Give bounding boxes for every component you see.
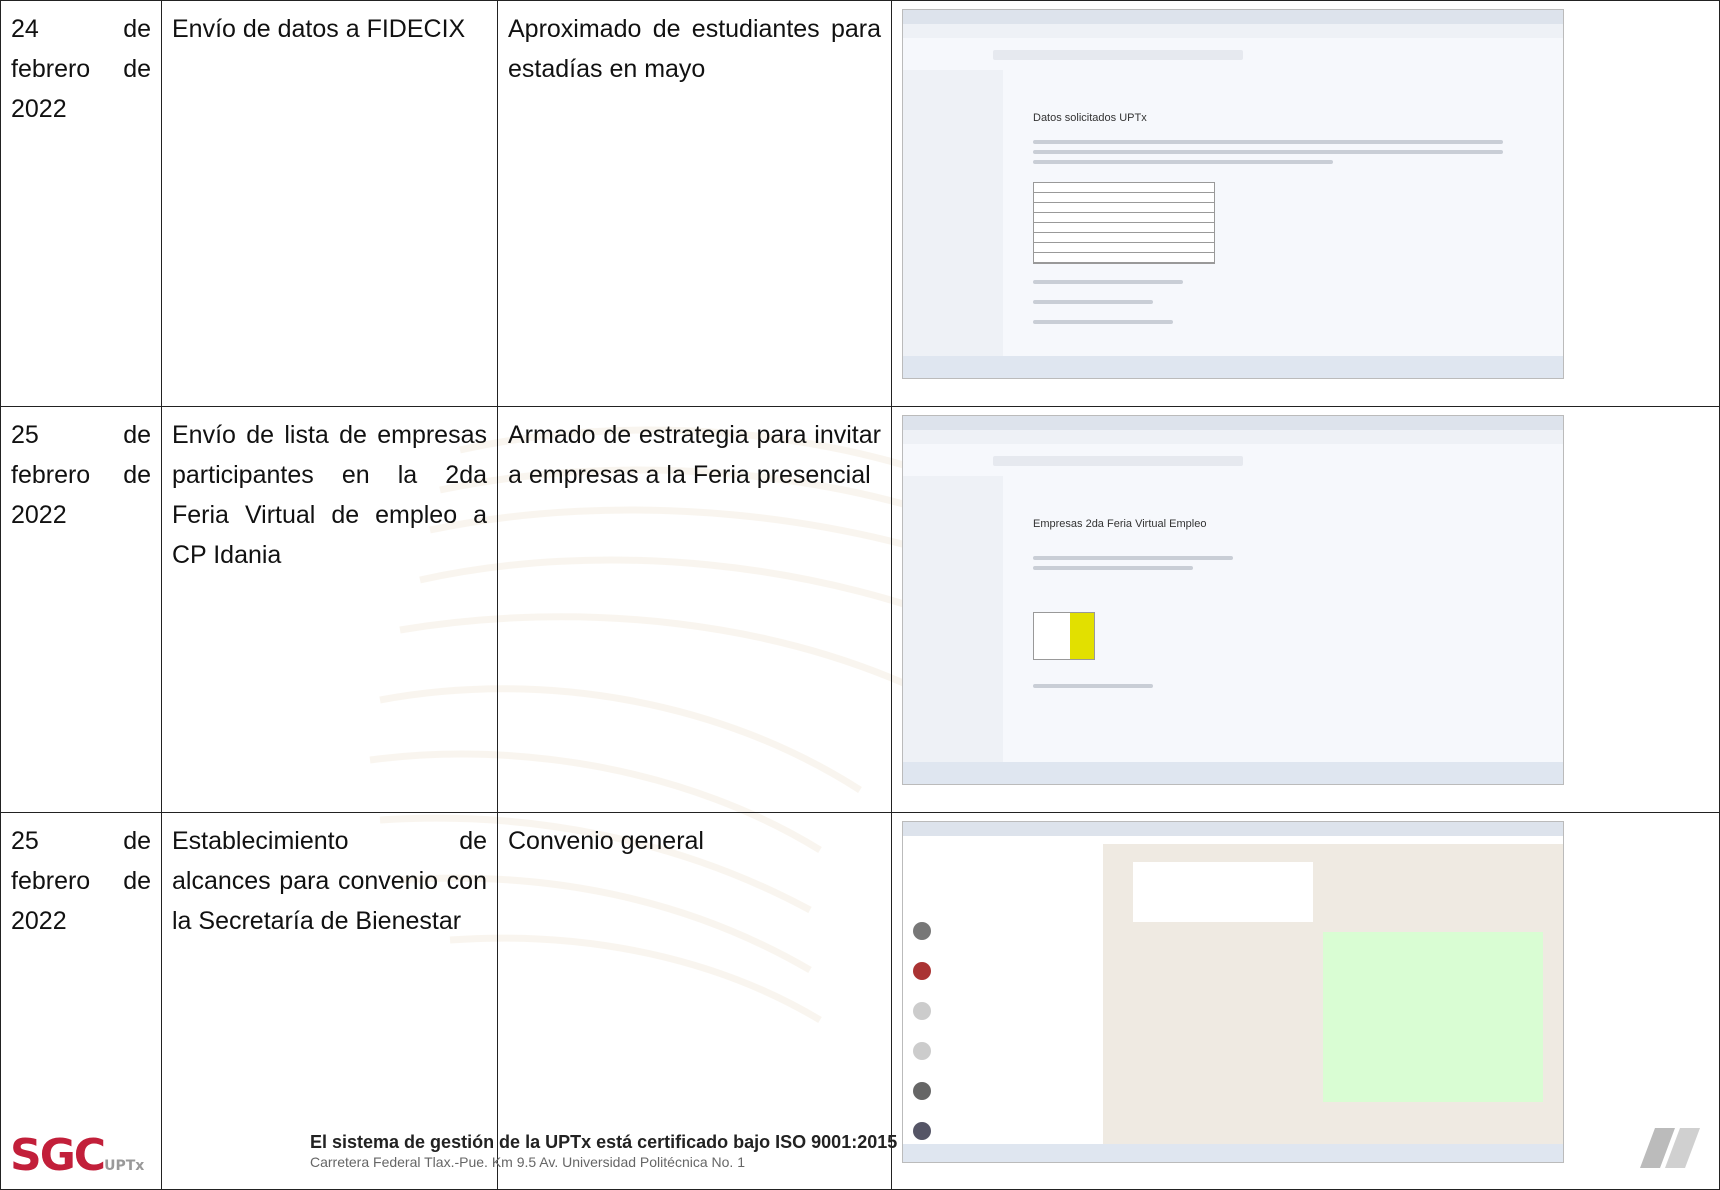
activity-cell: Envío de datos a FIDECIX bbox=[161, 0, 498, 407]
activity-log-table: 24 de febrero de 2022 Envío de datos a F… bbox=[0, 0, 1720, 1190]
screenshot-cell: Empresas 2da Feria Virtual Empleo bbox=[891, 406, 1720, 813]
institution-logo-icon bbox=[1640, 1128, 1700, 1168]
gmail-screenshot: Empresas 2da Feria Virtual Empleo bbox=[902, 415, 1564, 785]
date-cell: 25 de febrero de 2022 bbox=[0, 406, 162, 813]
certification-text: El sistema de gestión de la UPTx está ce… bbox=[310, 1132, 898, 1152]
gmail-screenshot: Datos solicitados UPTx bbox=[902, 9, 1564, 379]
evidence-cell: Aproximado de estudiantes para estadías … bbox=[497, 0, 892, 407]
page-footer: SGCUPTx El sistema de gestión de la UPTx… bbox=[0, 1120, 1720, 1181]
email-subject: Datos solicitados UPTx bbox=[1033, 112, 1147, 124]
whatsapp-screenshot bbox=[902, 821, 1564, 1163]
activity-cell: Envío de lista de empresas participantes… bbox=[161, 406, 498, 813]
screenshot-cell: Datos solicitados UPTx bbox=[891, 0, 1720, 407]
email-subject: Empresas 2da Feria Virtual Empleo bbox=[1033, 518, 1207, 530]
evidence-cell: Armado de estrategia para invitar a empr… bbox=[497, 406, 892, 813]
table-row: 25 de febrero de 2022 Envío de lista de … bbox=[0, 406, 1720, 813]
address-text: Carretera Federal Tlax.-Pue. Km 9.5 Av. … bbox=[310, 1154, 745, 1170]
table-row: 24 de febrero de 2022 Envío de datos a F… bbox=[0, 0, 1720, 407]
date-cell: 24 de febrero de 2022 bbox=[0, 0, 162, 407]
sgc-logo: SGCUPTx bbox=[10, 1130, 145, 1181]
